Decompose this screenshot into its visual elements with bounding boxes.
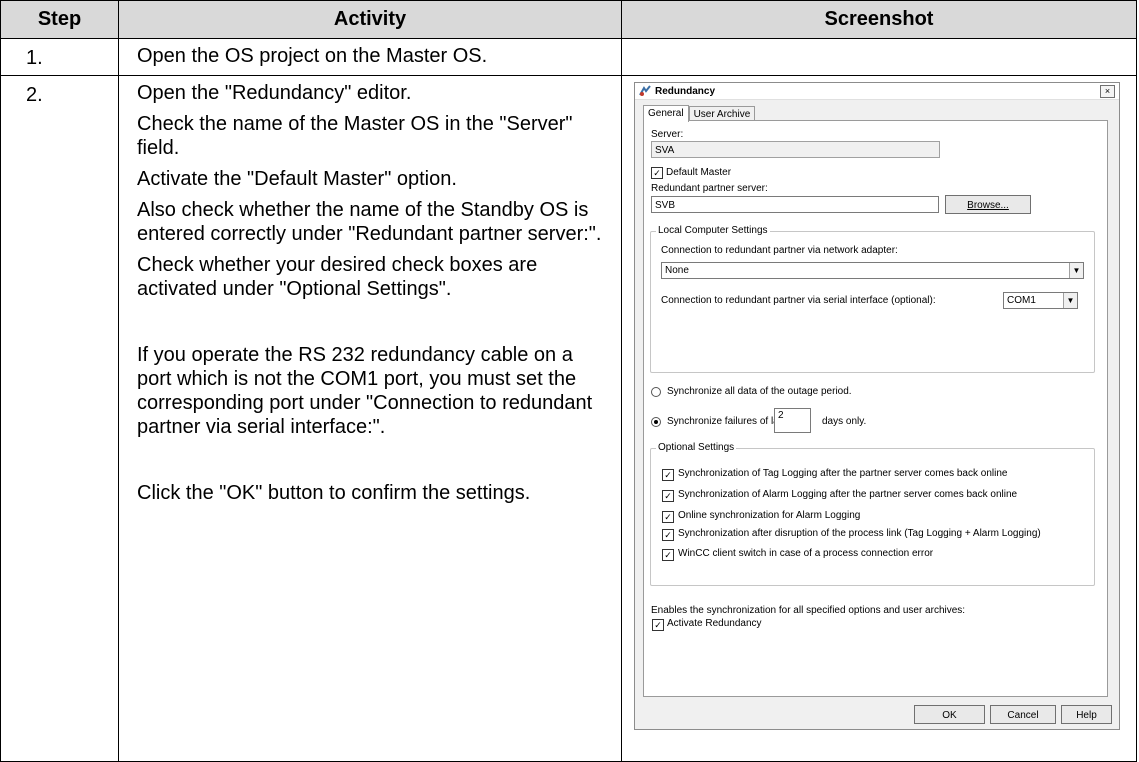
screenshot-cell — [621, 38, 1137, 76]
option-label: Synchronization after disruption of the … — [678, 528, 1041, 539]
local-computer-settings-group: Local Computer Settings Connection to re… — [650, 225, 1095, 373]
dialog-title: Redundancy — [655, 85, 716, 97]
activate-redundancy-label: Activate Redundancy — [667, 618, 762, 629]
partner-server-label: Redundant partner server: — [651, 183, 768, 194]
activity-cell: Open the OS project on the Master OS. — [118, 38, 622, 76]
header-activity: Activity — [118, 0, 622, 39]
option-label: Synchronization of Alarm Logging after t… — [678, 489, 1018, 500]
network-adapter-value: None — [665, 265, 689, 276]
option-label: WinCC client switch in case of a process… — [678, 548, 934, 559]
serial-interface-label: Connection to redundant partner via seri… — [661, 295, 936, 306]
activity-cell: Open the "Redundancy" editor. Check the … — [118, 75, 622, 762]
browse-button[interactable]: Browse... — [945, 195, 1031, 214]
activity-text: If you operate the RS 232 redundancy cab… — [137, 344, 593, 438]
sync-all-radio[interactable] — [651, 387, 661, 397]
redundancy-dialog: Redundancy × General User Archive Server… — [634, 82, 1120, 730]
chevron-down-icon: ▼ — [1069, 263, 1083, 278]
sync-all-label: Synchronize all data of the outage perio… — [667, 386, 852, 397]
option-checkbox[interactable]: ✓ — [662, 549, 674, 561]
option-checkbox[interactable]: ✓ — [662, 529, 674, 541]
header-step: Step — [0, 0, 119, 39]
activity-text: Check the name of the Master OS in the "… — [137, 113, 573, 159]
sync-days-suffix: days only. — [822, 416, 867, 427]
activate-redundancy-checkbox[interactable]: ✓ — [652, 619, 664, 631]
partner-server-field[interactable]: SVB — [651, 196, 939, 213]
activity-text: Open the "Redundancy" editor. — [137, 82, 412, 104]
local-settings-legend: Local Computer Settings — [656, 225, 770, 236]
optional-settings-group: Optional Settings ✓ Synchronization of T… — [650, 442, 1095, 586]
default-master-label: Default Master — [666, 167, 732, 178]
ok-button[interactable]: OK — [914, 705, 985, 724]
serial-port-value: COM1 — [1007, 295, 1036, 306]
network-adapter-select[interactable]: None ▼ — [661, 262, 1084, 279]
step-cell: 2. — [0, 75, 119, 762]
help-button[interactable]: Help — [1061, 705, 1112, 724]
server-label: Server: — [651, 129, 684, 140]
step-number: 2. — [26, 84, 43, 106]
dialog-titlebar: Redundancy × — [635, 83, 1119, 100]
option-checkbox[interactable]: ✓ — [662, 469, 674, 481]
activity-text: Open the OS project on the Master OS. — [137, 45, 488, 67]
header-screenshot: Screenshot — [621, 0, 1137, 39]
activity-text: Activate the "Default Master" option. — [137, 168, 457, 190]
sync-last-label: Synchronize failures of last — [667, 416, 787, 427]
network-adapter-label: Connection to redundant partner via netw… — [661, 245, 898, 256]
general-tab-panel: Server: SVA ✓ Default Master Redundant p… — [643, 120, 1108, 697]
activity-text: Check whether your desired check boxes a… — [137, 254, 538, 300]
close-button[interactable]: × — [1100, 84, 1115, 98]
enable-sync-text: Enables the synchronization for all spec… — [651, 605, 966, 616]
redundancy-app-icon — [639, 85, 651, 96]
optional-settings-legend: Optional Settings — [656, 442, 737, 453]
option-checkbox[interactable]: ✓ — [662, 490, 674, 502]
activity-text: Also check whether the name of the Stand… — [137, 199, 602, 245]
tab-general[interactable]: General — [643, 105, 689, 122]
header-row: Step Activity Screenshot — [0, 0, 1137, 39]
sync-last-radio[interactable] — [651, 417, 661, 427]
option-checkbox[interactable]: ✓ — [662, 511, 674, 523]
default-master-checkbox[interactable]: ✓ — [651, 167, 663, 179]
table-row: 1. Open the OS project on the Master OS. — [0, 38, 1137, 76]
serial-port-select[interactable]: COM1 ▼ — [1003, 292, 1078, 309]
chevron-down-icon: ▼ — [1063, 293, 1077, 308]
cancel-button[interactable]: Cancel — [990, 705, 1056, 724]
step-number: 1. — [26, 47, 43, 69]
server-field[interactable]: SVA — [651, 141, 940, 158]
sync-days-input[interactable]: 2 — [774, 408, 811, 433]
activity-text: Click the "OK" button to confirm the set… — [137, 482, 531, 504]
browse-label: Browse... — [967, 200, 1009, 211]
option-label: Synchronization of Tag Logging after the… — [678, 468, 1008, 479]
step-cell: 1. — [0, 38, 119, 76]
option-label: Online synchronization for Alarm Logging — [678, 510, 861, 521]
